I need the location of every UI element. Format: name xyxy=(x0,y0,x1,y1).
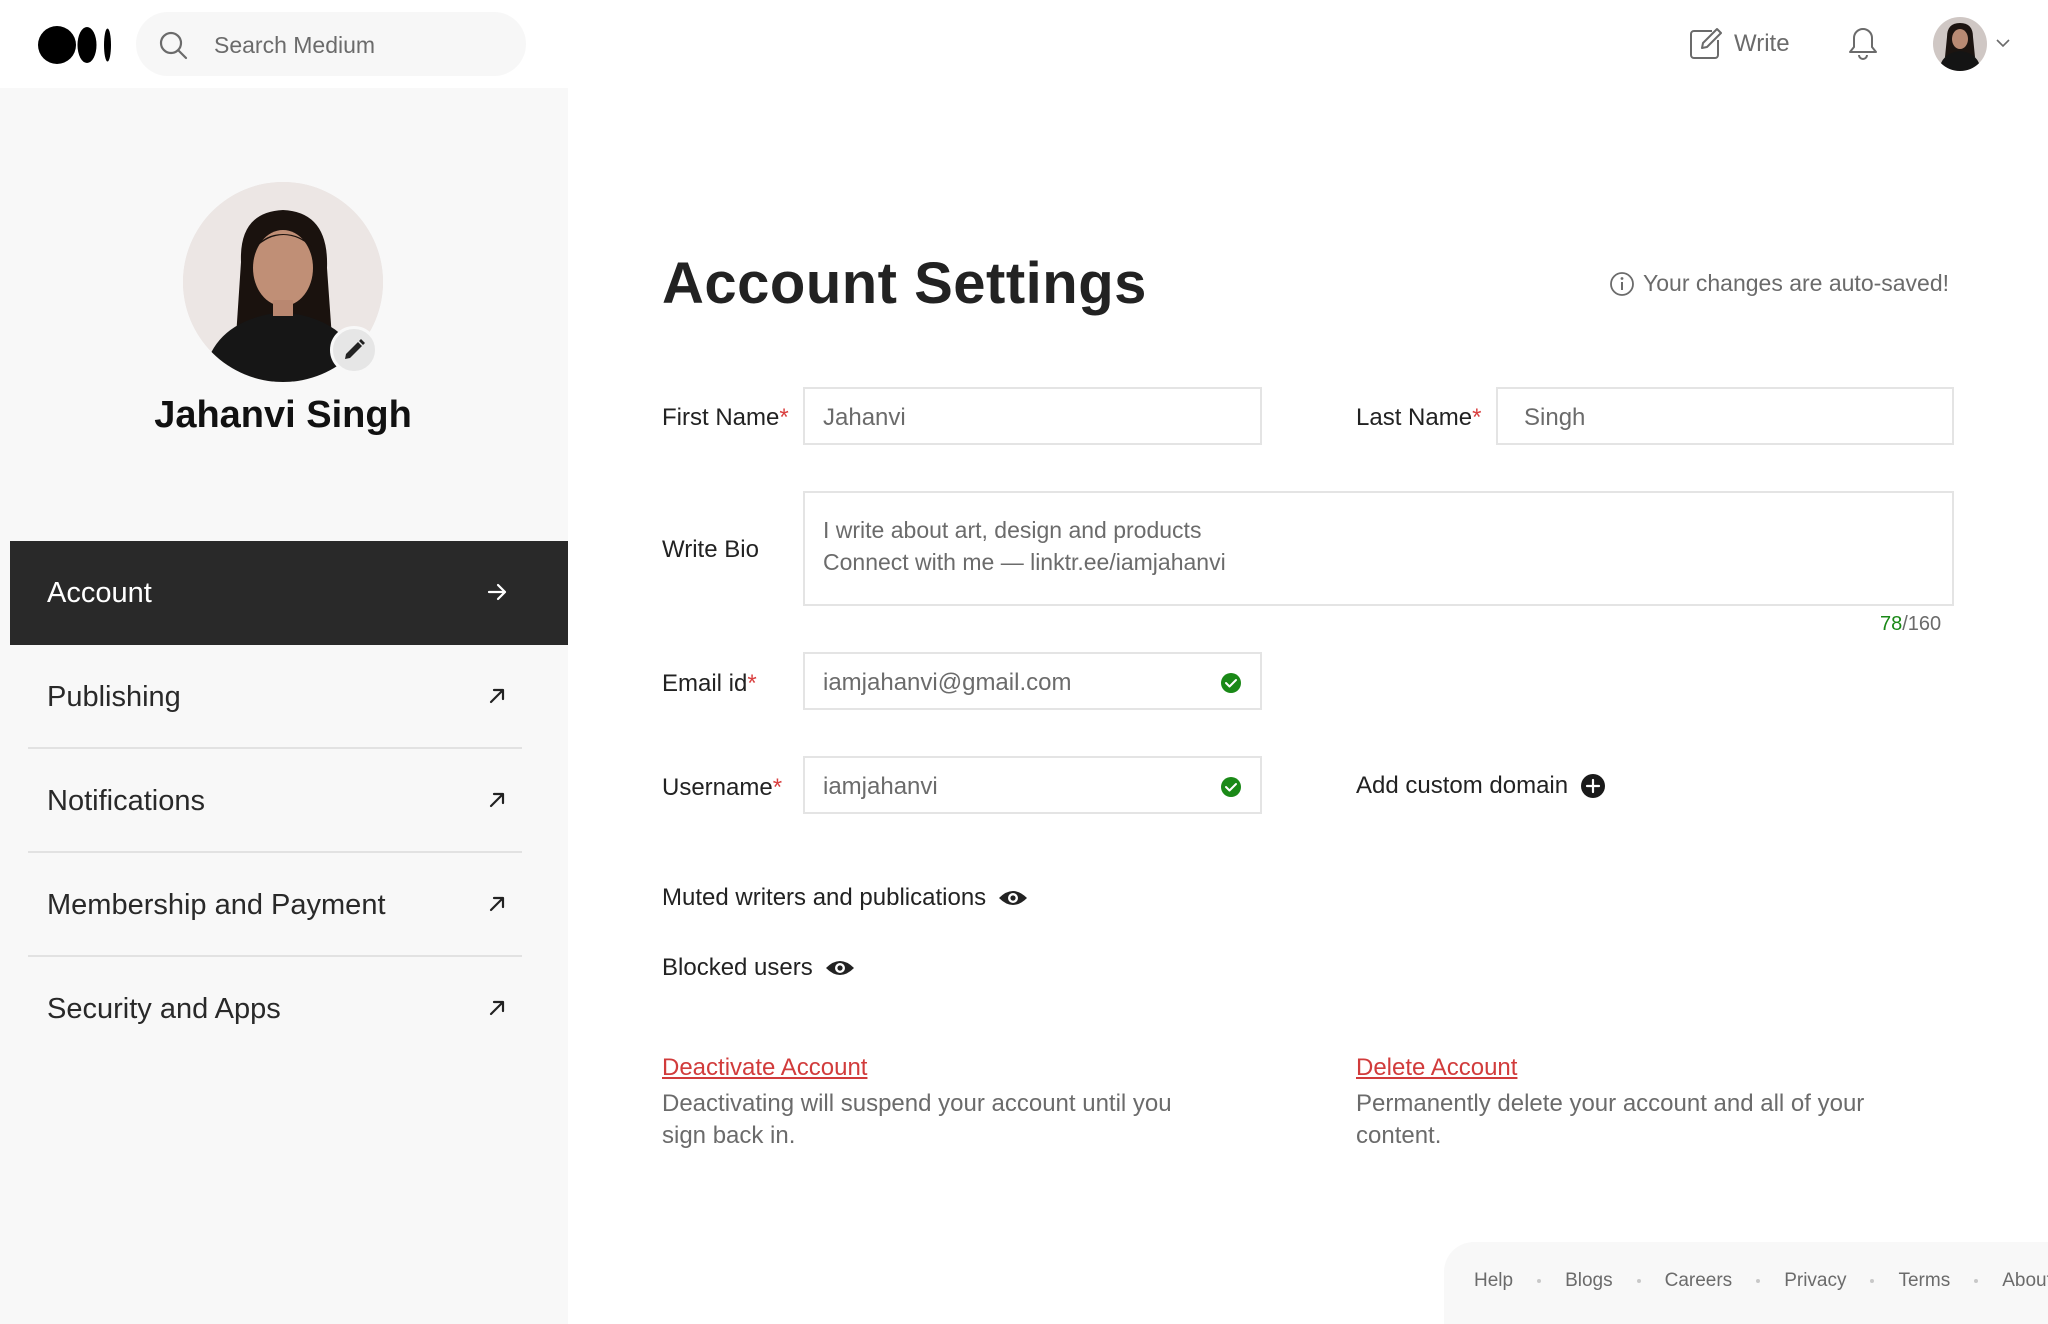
info-icon xyxy=(1610,271,1634,296)
write-button[interactable]: Write xyxy=(1688,26,1790,62)
settings-sidebar: Jahanvi Singh Account Publishing Notific… xyxy=(0,88,568,1324)
footer-links: Help Blogs Careers Privacy Terms About xyxy=(1474,1270,2048,1292)
autosave-note: Your changes are auto-saved! xyxy=(1609,270,1949,297)
footer-link-careers[interactable]: Careers xyxy=(1665,1270,1733,1292)
sidebar-item-label: Account xyxy=(47,576,152,609)
deactivate-account-description: Deactivating will suspend your account u… xyxy=(662,1090,1172,1149)
delete-account-link[interactable]: Delete Account xyxy=(1356,1054,1517,1082)
bio-label: Write Bio xyxy=(662,536,759,563)
email-field[interactable]: iamjahanvi@gmail.com xyxy=(803,652,1262,710)
last-name-field[interactable]: Singh xyxy=(1496,387,1954,445)
autosave-text: Your changes are auto-saved! xyxy=(1643,270,1950,296)
check-circle-icon xyxy=(1221,673,1241,693)
arrow-up-right-icon xyxy=(489,792,505,808)
check-circle-icon xyxy=(1221,777,1241,797)
bio-character-counter: 78/160 xyxy=(1880,613,1942,635)
deactivate-account-link[interactable]: Deactivate Account xyxy=(662,1054,867,1082)
footer-link-blogs[interactable]: Blogs xyxy=(1565,1270,1613,1292)
bio-textarea[interactable]: I write about art, design and products C… xyxy=(803,491,1954,606)
pencil-icon xyxy=(345,339,365,359)
email-label: Email id* xyxy=(662,670,757,697)
settings-nav: Account Publishing Notifications Members… xyxy=(10,541,568,1061)
first-name-field[interactable]: Jahanvi xyxy=(803,387,1262,445)
footer-separator xyxy=(1974,1279,1979,1283)
write-label: Write xyxy=(1734,30,1790,57)
last-name-label: Last Name* xyxy=(1356,404,1482,431)
first-name-label: First Name* xyxy=(662,404,789,431)
blocked-users-label: Blocked users xyxy=(662,954,813,981)
delete-account-description: Permanently delete your account and all … xyxy=(1356,1090,1865,1149)
plus-circle-icon xyxy=(1581,774,1606,798)
page-title: Account Settings xyxy=(662,251,1147,316)
arrow-up-right-icon xyxy=(489,1000,505,1016)
bell-icon[interactable] xyxy=(1844,24,1882,62)
first-name-value: Jahanvi xyxy=(823,404,906,431)
last-name-value: Singh xyxy=(1524,404,1586,431)
medium-logo-icon[interactable] xyxy=(38,26,113,64)
eye-icon xyxy=(825,961,854,975)
footer-separator xyxy=(1870,1279,1875,1283)
profile-name: Jahanvi Singh xyxy=(154,394,412,436)
arrow-up-right-icon xyxy=(489,896,505,912)
muted-writers-label: Muted writers and publications xyxy=(662,884,987,911)
search-bar[interactable]: Search Medium xyxy=(136,12,526,76)
blocked-users-toggle[interactable]: Blocked users xyxy=(662,954,855,982)
footer-link-privacy[interactable]: Privacy xyxy=(1784,1270,1846,1292)
custom-domain-label: Add custom domain xyxy=(1356,772,1569,799)
sidebar-item-label: Security and Apps xyxy=(47,992,281,1025)
write-icon xyxy=(1690,28,1722,59)
search-icon xyxy=(159,31,188,60)
sidebar-item-notifications[interactable]: Notifications xyxy=(10,749,568,853)
sidebar-item-membership[interactable]: Membership and Payment xyxy=(10,853,568,957)
top-bar: Search Medium Write xyxy=(0,0,2048,88)
username-label: Username* xyxy=(662,774,783,801)
bio-line: Connect with me — linktr.ee/iamjahanvi xyxy=(823,549,1226,575)
email-value: iamjahanvi@gmail.com xyxy=(823,669,1072,696)
footer-separator xyxy=(1756,1279,1761,1283)
avatar[interactable] xyxy=(1933,17,1987,71)
bio-line: I write about art, design and products xyxy=(823,517,1202,543)
sidebar-item-label: Notifications xyxy=(47,784,205,817)
footer-link-about[interactable]: About xyxy=(2002,1270,2048,1292)
chevron-down-icon[interactable] xyxy=(1995,37,2011,49)
add-custom-domain-button[interactable]: Add custom domain xyxy=(1356,772,1606,800)
sidebar-item-publishing[interactable]: Publishing xyxy=(10,645,568,749)
username-field[interactable]: iamjahanvi xyxy=(803,756,1262,814)
muted-writers-toggle[interactable]: Muted writers and publications xyxy=(662,884,1028,912)
eye-icon xyxy=(999,891,1028,905)
footer-link-terms[interactable]: Terms xyxy=(1898,1270,1950,1292)
edit-photo-button[interactable] xyxy=(330,326,378,374)
search-input[interactable]: Search Medium xyxy=(214,32,375,59)
footer-separator xyxy=(1537,1279,1542,1283)
footer: Help Blogs Careers Privacy Terms About xyxy=(1444,1242,2048,1324)
sidebar-item-security[interactable]: Security and Apps xyxy=(10,957,568,1061)
username-value: iamjahanvi xyxy=(823,773,938,800)
sidebar-item-account[interactable]: Account xyxy=(10,541,568,645)
footer-link-help[interactable]: Help xyxy=(1474,1270,1513,1292)
arrow-right-icon xyxy=(487,583,507,601)
sidebar-item-label: Membership and Payment xyxy=(47,888,386,921)
arrow-up-right-icon xyxy=(489,688,505,704)
footer-separator xyxy=(1636,1279,1641,1283)
sidebar-item-label: Publishing xyxy=(47,680,181,713)
